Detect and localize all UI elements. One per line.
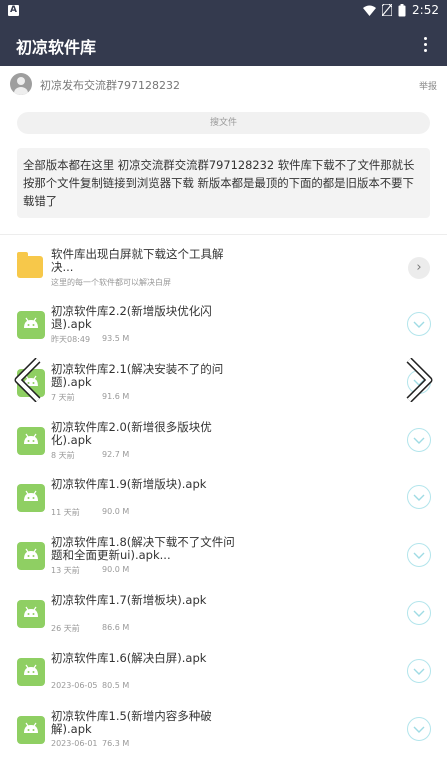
file-name: 初凉软件库1.7(新增板块).apk xyxy=(51,594,207,607)
file-item[interactable]: 初凉软件库1.6(解决白屏).apk 2023-06-05 80.5 M xyxy=(0,646,447,702)
file-time: 7 天前 xyxy=(51,393,75,402)
android-apk-icon xyxy=(17,658,45,686)
folder-item[interactable]: 软件库出现白屏就下载这个工具解决... 这里的每一个软件都可以解决白屏 › xyxy=(0,242,447,298)
avatar xyxy=(10,73,32,95)
file-meta: 2023-06-05 80.5 M xyxy=(51,681,129,690)
app-bar: 初凉软件库 xyxy=(0,22,447,66)
file-item[interactable]: 初凉软件库1.7(新增板块).apk 26 天前 86.6 M xyxy=(0,588,447,644)
group-header[interactable]: 初凉发布交流群797128232 举报 xyxy=(0,66,447,104)
android-apk-icon xyxy=(17,427,45,455)
status-bar: A 2:52 xyxy=(0,0,447,22)
app-title: 初凉软件库 xyxy=(16,38,97,57)
folder-subtitle: 这里的每一个软件都可以解决白屏 xyxy=(51,278,171,287)
file-meta: 2023-06-01 76.3 M xyxy=(51,739,129,748)
file-time: 2023-06-01 xyxy=(51,739,98,748)
download-icon[interactable] xyxy=(407,485,431,509)
next-arrow-icon[interactable] xyxy=(403,358,433,402)
file-item[interactable]: 初凉软件库1.9(新增版块).apk 11 天前 90.0 M xyxy=(0,472,447,528)
file-size: 93.5 M xyxy=(102,334,130,343)
file-meta: 7 天前 91.6 M xyxy=(51,392,129,403)
divider xyxy=(0,234,447,235)
file-name: 初凉软件库2.0(新增很多版块优化).apk xyxy=(51,421,212,447)
file-meta: 13 天前 90.0 M xyxy=(51,565,129,576)
more-options-icon[interactable] xyxy=(415,32,435,56)
file-item[interactable]: 初凉软件库1.8(解决下载不了文件问题和全面更新ui).apk... 13 天前 9… xyxy=(0,530,447,586)
file-meta: 8 天前 92.7 M xyxy=(51,450,129,461)
file-size: 80.5 M xyxy=(102,681,130,690)
download-icon[interactable] xyxy=(407,428,431,452)
android-apk-icon xyxy=(17,600,45,628)
download-icon[interactable] xyxy=(407,601,431,625)
file-name: 初凉软件库1.6(解决白屏).apk xyxy=(51,652,207,665)
file-time: 2023-06-05 xyxy=(51,681,98,690)
file-time: 13 天前 xyxy=(51,566,80,575)
battery-icon xyxy=(398,3,406,16)
folder-title: 软件库出现白屏就下载这个工具解决... xyxy=(51,248,224,274)
android-apk-icon xyxy=(17,484,45,512)
download-icon[interactable] xyxy=(407,312,431,336)
announcement-text: 全部版本都在这里 初凉交流群交流群797128232 软件库下载不了文件那就长按… xyxy=(17,148,430,218)
file-item[interactable]: 初凉软件库2.1(解决安装不了的问题).apk 7 天前 91.6 M xyxy=(0,357,447,413)
group-name: 初凉发布交流群797128232 xyxy=(40,79,180,92)
download-icon[interactable] xyxy=(407,543,431,567)
file-name: 初凉软件库1.5(新增内容多种破解).apk xyxy=(51,710,212,736)
wifi-icon xyxy=(363,5,377,16)
file-item[interactable]: 初凉软件库2.2(新增版块优化闪退).apk 昨天08:49 93.5 M xyxy=(0,299,447,355)
previous-arrow-icon[interactable] xyxy=(14,358,44,402)
file-time: 昨天08:49 xyxy=(51,335,91,344)
file-time: 11 天前 xyxy=(51,508,80,517)
chevron-right-icon[interactable]: › xyxy=(408,257,430,279)
file-name: 初凉软件库1.8(解决下载不了文件问题和全面更新ui).apk... xyxy=(51,536,235,562)
file-size: 86.6 M xyxy=(102,623,130,632)
file-item[interactable]: 初凉软件库1.5(新增内容多种破解).apk 2023-06-01 76.3 M xyxy=(0,704,447,760)
app-notification-icon: A xyxy=(8,5,19,16)
android-apk-icon xyxy=(17,716,45,744)
android-apk-icon xyxy=(17,311,45,339)
file-time: 26 天前 xyxy=(51,624,80,633)
file-name: 初凉软件库2.1(解决安装不了的问题).apk xyxy=(51,363,224,389)
file-meta: 11 天前 90.0 M xyxy=(51,507,129,518)
no-sim-icon xyxy=(382,4,393,16)
file-size: 91.6 M xyxy=(102,392,130,401)
file-meta: 昨天08:49 93.5 M xyxy=(51,334,129,345)
file-size: 92.7 M xyxy=(102,450,130,459)
file-name: 初凉软件库1.9(新增版块).apk xyxy=(51,478,207,491)
report-button[interactable]: 举报 xyxy=(419,79,437,92)
status-time: 2:52 xyxy=(412,3,439,17)
folder-icon xyxy=(17,252,43,278)
file-item[interactable]: 初凉软件库2.0(新增很多版块优化).apk 8 天前 92.7 M xyxy=(0,415,447,471)
search-input[interactable]: 搜文件 xyxy=(17,112,430,134)
file-size: 90.0 M xyxy=(102,565,130,574)
file-time: 8 天前 xyxy=(51,451,75,460)
file-meta: 26 天前 86.6 M xyxy=(51,623,129,634)
file-name: 初凉软件库2.2(新增版块优化闪退).apk xyxy=(51,305,212,331)
download-icon[interactable] xyxy=(407,659,431,683)
download-icon[interactable] xyxy=(407,717,431,741)
file-size: 76.3 M xyxy=(102,739,130,748)
file-size: 90.0 M xyxy=(102,507,130,516)
android-apk-icon xyxy=(17,542,45,570)
